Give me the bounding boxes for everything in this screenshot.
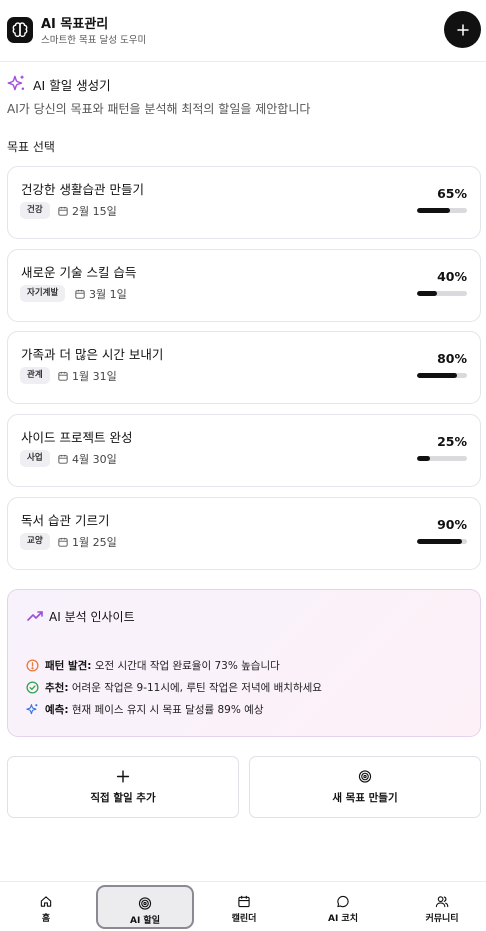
calendar-icon: [238, 895, 250, 908]
app-subtitle: 스마트한 목표 달성 도우미: [41, 35, 147, 46]
insight-text: 현재 페이스 유지 시 목표 달성률 89% 예상: [71, 704, 264, 716]
nav-label: AI 코치: [327, 914, 358, 924]
new-goal-button[interactable]: 새 목표 만들기: [249, 756, 481, 818]
ai-insights-panel: AI 분석 인사이트 패턴 발견: 오전 시간대 작업 완료율이 73% 높습니…: [7, 589, 481, 737]
goal-progress-bar: [417, 291, 467, 296]
generator-title: AI 할일 생성기: [33, 78, 111, 93]
nav-label: 캘린더: [231, 914, 257, 924]
goal-progress-percent: 80%: [437, 351, 467, 366]
plus-icon: [456, 23, 469, 36]
trending-up-icon: [27, 611, 43, 621]
goal-card[interactable]: 새로운 기술 스킬 습득 자기계발 3월 1일 40%: [7, 249, 481, 322]
goal-progress-bar: [417, 456, 467, 461]
goal-progress-percent: 65%: [437, 186, 467, 201]
goal-date-text: 1월 25일: [72, 536, 117, 549]
nav-ai-coach[interactable]: AI 코치: [294, 885, 392, 929]
goal-card[interactable]: 사이드 프로젝트 완성 사업 4월 30일 25%: [7, 414, 481, 487]
insights-title: AI 분석 인사이트: [49, 610, 135, 624]
nav-community[interactable]: 커뮤니티: [393, 885, 486, 929]
goal-title: 건강한 생활습관 만들기: [21, 182, 144, 197]
nav-calendar[interactable]: 캘린더: [195, 885, 293, 929]
nav-ai-tasks[interactable]: AI 할일: [96, 885, 194, 929]
goal-progress-fill: [417, 208, 450, 213]
sparkles-icon: [26, 704, 38, 715]
insight-item: 추천: 어려운 작업은 9-11시에, 루틴 작업은 저녁에 배치하세요: [26, 680, 322, 695]
chat-icon: [337, 895, 349, 908]
insight-text: 어려운 작업은 9-11시에, 루틴 작업은 저녁에 배치하세요: [71, 682, 322, 694]
nav-home[interactable]: 홈: [0, 885, 95, 929]
goal-progress-bar: [417, 373, 467, 378]
goal-progress-fill: [417, 373, 457, 378]
goal-due-date: 3월 1일: [75, 286, 127, 302]
insight-label: 예측:: [45, 704, 69, 716]
calendar-icon: [58, 454, 68, 464]
goal-category-badge: 건강: [20, 202, 50, 219]
goal-card[interactable]: 독서 습관 기르기 교양 1월 25일 90%: [7, 497, 481, 570]
insight-label: 패턴 발견:: [45, 660, 92, 672]
sparkles-icon: [7, 75, 25, 91]
goal-category-badge: 자기계발: [20, 285, 66, 302]
calendar-icon: [58, 537, 68, 547]
generator-description: AI가 당신의 목표와 패턴을 분석해 최적의 할일을 제안합니다: [7, 102, 311, 116]
goal-progress-percent: 40%: [437, 269, 467, 284]
add-task-label: 직접 할일 추가: [90, 792, 156, 804]
goal-card[interactable]: 가족과 더 많은 시간 보내기 관계 1월 31일 80%: [7, 331, 481, 404]
goal-title: 사이드 프로젝트 완성: [21, 430, 133, 445]
goal-category-badge: 사업: [20, 450, 50, 467]
goal-title: 새로운 기술 스킬 습득: [21, 265, 137, 280]
goal-progress-fill: [417, 539, 462, 544]
goal-progress-bar: [417, 539, 467, 544]
goal-progress-fill: [417, 291, 437, 296]
goal-due-date: 1월 31일: [58, 368, 117, 384]
app-header: AI 목표관리 스마트한 목표 달성 도우미: [0, 0, 486, 62]
target-icon: [138, 897, 152, 910]
goal-due-date: 2월 15일: [58, 203, 117, 219]
home-icon: [40, 896, 52, 907]
goal-due-date: 4월 30일: [58, 451, 117, 467]
goal-date-text: 1월 31일: [72, 370, 117, 383]
insight-text: 오전 시간대 작업 완료율이 73% 높습니다: [94, 660, 280, 672]
goal-section-label: 목표 선택: [7, 140, 55, 154]
goal-category-badge: 관계: [20, 367, 50, 384]
add-task-button[interactable]: 직접 할일 추가: [7, 756, 239, 818]
users-icon: [435, 896, 449, 908]
goal-title: 독서 습관 기르기: [21, 513, 110, 528]
insight-item: 패턴 발견: 오전 시간대 작업 완료율이 73% 높습니다: [26, 658, 280, 673]
goal-due-date: 1월 25일: [58, 534, 117, 550]
target-icon: [358, 770, 372, 783]
goal-progress-bar: [417, 208, 467, 213]
add-button[interactable]: [444, 11, 481, 48]
alert-circle-icon: [26, 659, 39, 672]
goal-date-text: 3월 1일: [89, 288, 127, 301]
goal-progress-percent: 90%: [437, 517, 467, 532]
goal-card[interactable]: 건강한 생활습관 만들기 건강 2월 15일 65%: [7, 166, 481, 239]
insight-item: 예측: 현재 페이스 유지 시 목표 달성률 89% 예상: [26, 702, 263, 717]
bottom-nav: 홈 AI 할일 캘린더 AI 코치 커뮤니티: [0, 881, 486, 931]
calendar-icon: [58, 371, 68, 381]
app-title: AI 목표관리: [41, 17, 109, 32]
new-goal-label: 새 목표 만들기: [332, 792, 398, 804]
insight-label: 추천:: [45, 682, 69, 694]
goal-progress-fill: [417, 456, 430, 461]
brain-logo-icon: [7, 17, 33, 43]
plus-icon: [116, 770, 130, 783]
nav-label: 커뮤니티: [425, 914, 459, 924]
nav-label: 홈: [41, 914, 51, 924]
goal-progress-percent: 25%: [437, 434, 467, 449]
check-circle-icon: [26, 681, 39, 694]
calendar-icon: [58, 206, 68, 216]
goal-category-badge: 교양: [20, 533, 50, 550]
goal-date-text: 4월 30일: [72, 453, 117, 466]
calendar-icon: [75, 289, 85, 299]
nav-label: AI 할일: [129, 916, 160, 926]
goal-date-text: 2월 15일: [72, 205, 117, 218]
goal-title: 가족과 더 많은 시간 보내기: [21, 347, 164, 362]
